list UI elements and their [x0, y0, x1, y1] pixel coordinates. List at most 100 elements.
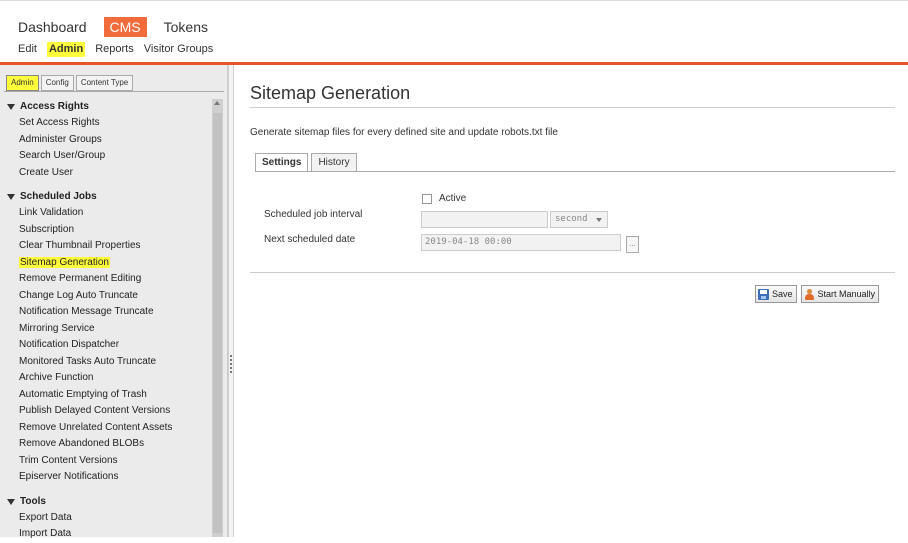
nav-item-label: Archive Function: [19, 372, 94, 383]
nav-item-label: Monitored Tasks Auto Truncate: [19, 355, 157, 367]
nav-item-label: Change Log Auto Truncate: [19, 289, 138, 301]
chevron-down-icon: [596, 218, 602, 222]
interval-label: Scheduled job interval: [264, 209, 363, 220]
interval-unit-select[interactable]: second: [550, 211, 608, 228]
sub-nav-admin[interactable]: Admin: [46, 42, 86, 57]
nav-item-label: Remove Abandoned BLOBs: [19, 438, 145, 449]
active-label: Active: [439, 193, 467, 204]
nav-item[interactable]: Create User: [0, 165, 211, 182]
nav-item-label: Import Data: [19, 528, 72, 539]
nav-item-label: Set Access Rights: [19, 117, 100, 128]
nav-group-header[interactable]: Tools: [0, 494, 211, 510]
nav-group-header[interactable]: Access Rights: [0, 99, 211, 115]
panel-splitter[interactable]: [228, 65, 234, 537]
nav-item[interactable]: Change Log Auto Truncate: [0, 288, 211, 305]
tab-settings[interactable]: Settings: [255, 153, 309, 172]
sub-nav-edit[interactable]: Edit: [18, 42, 37, 57]
tab-config[interactable]: Config: [40, 75, 74, 91]
nav-item[interactable]: Sitemap Generation: [0, 255, 211, 272]
nav-item-label: Mirroring Service: [19, 322, 95, 334]
nav-item[interactable]: Remove Abandoned BLOBs: [0, 436, 211, 453]
save-icon: [758, 288, 769, 300]
save-button[interactable]: Save: [755, 285, 797, 303]
nav-item[interactable]: Monitored Tasks Auto Truncate: [0, 354, 211, 371]
nav-item[interactable]: Publish Delayed Content Versions: [0, 403, 211, 420]
start-manually-button[interactable]: Start Manually: [800, 285, 880, 303]
left-panel: Admin Config Content Type Access Rights S…: [0, 65, 228, 539]
scrollbar-thumb[interactable]: [213, 113, 222, 533]
date-picker-button[interactable]: ...: [626, 236, 639, 253]
nav-item-label: Administer Groups: [19, 133, 102, 145]
nav-item-label: Clear Thumbnail Properties: [19, 240, 141, 251]
tab-admin[interactable]: Admin: [6, 75, 39, 91]
main-nav-tokens[interactable]: Tokens: [160, 17, 212, 37]
nav-item-label: Export Data: [19, 511, 72, 523]
nav-item[interactable]: Remove Unrelated Content Assets: [0, 420, 211, 437]
next-date-input[interactable]: 2019-04-18 00:00: [421, 234, 621, 251]
sub-nav: Edit Admin Reports Visitor Groups: [18, 42, 223, 57]
nav-item-label: Subscription: [19, 223, 75, 235]
job-tabs: Settings History: [255, 153, 360, 172]
nav-item[interactable]: Link Validation: [0, 205, 211, 222]
title-divider: [250, 107, 895, 108]
nav-item[interactable]: Export Data: [0, 510, 211, 527]
nav-item-label: Automatic Emptying of Trash: [19, 388, 147, 400]
page-title: Sitemap Generation: [250, 83, 411, 103]
nav-item[interactable]: Trim Content Versions: [0, 453, 211, 470]
nav-item[interactable]: Notification Dispatcher: [0, 337, 211, 354]
nav-item-label: Notification Dispatcher: [19, 339, 120, 350]
page-description: Generate sitemap files for every defined…: [250, 127, 558, 138]
active-row: Active: [422, 193, 466, 204]
tabs-divider: [255, 171, 895, 172]
main-nav-cms[interactable]: CMS: [103, 17, 147, 37]
nav-item[interactable]: Automatic Emptying of Trash: [0, 387, 211, 404]
main-nav-dashboard[interactable]: Dashboard: [18, 17, 91, 37]
expand-triangle-icon: [7, 194, 15, 200]
main-nav: Dashboard CMS Tokens: [18, 17, 225, 37]
tab-history[interactable]: History: [311, 153, 357, 172]
scroll-up-arrow-icon[interactable]: [214, 101, 220, 105]
tab-content-type[interactable]: Content Type: [75, 75, 134, 91]
admin-nav-tree: Access Rights Set Access Rights Administer…: [0, 99, 211, 543]
action-buttons: Save Start Manually: [751, 285, 880, 303]
form-divider: [250, 272, 895, 273]
nav-item-label: Notification Message Truncate: [19, 306, 154, 317]
nav-item[interactable]: Search User/Group: [0, 148, 211, 165]
left-panel-tabs: Admin Config Content Type: [6, 75, 135, 91]
user-icon: [804, 288, 815, 300]
nav-item[interactable]: Clear Thumbnail Properties: [0, 238, 211, 255]
nav-item[interactable]: Subscription: [0, 222, 211, 239]
top-bar: Dashboard CMS Tokens Edit Admin Reports …: [0, 0, 908, 62]
save-button-label: Save: [772, 289, 793, 299]
interval-input[interactable]: [421, 211, 548, 228]
nav-item[interactable]: Remove Permanent Editing: [0, 271, 211, 288]
nav-item-label: Episerver Notifications: [19, 471, 119, 482]
sub-nav-visitor-groups[interactable]: Visitor Groups: [144, 42, 214, 57]
nav-item[interactable]: Set Access Rights: [0, 115, 211, 132]
expand-triangle-icon: [7, 498, 15, 505]
left-panel-scrollbar[interactable]: [212, 99, 223, 537]
start-manually-label: Start Manually: [817, 289, 876, 299]
nav-group-header[interactable]: Scheduled Jobs: [0, 189, 211, 205]
main-content: Sitemap Generation Generate sitemap file…: [235, 65, 908, 537]
splitter-grip-icon: [230, 355, 232, 373]
next-date-label: Next scheduled date: [264, 234, 356, 245]
interval-unit-value: second: [555, 214, 588, 224]
nav-item-label: Search User/Group: [19, 150, 106, 161]
nav-item[interactable]: Episerver Notifications: [0, 469, 211, 486]
nav-item-label: Remove Permanent Editing: [19, 273, 142, 284]
nav-item[interactable]: Import Data: [0, 526, 211, 543]
nav-group-title: Scheduled Jobs: [20, 191, 97, 202]
sub-nav-reports[interactable]: Reports: [95, 42, 134, 57]
active-checkbox[interactable]: [422, 193, 432, 204]
nav-item[interactable]: Notification Message Truncate: [0, 304, 211, 321]
nav-item[interactable]: Mirroring Service: [0, 321, 211, 338]
nav-item-label: Link Validation: [19, 207, 84, 218]
nav-item[interactable]: Archive Function: [0, 370, 211, 387]
nav-item[interactable]: Administer Groups: [0, 132, 211, 149]
nav-group-title: Tools: [20, 495, 46, 507]
left-tabs-divider: [4, 91, 224, 92]
nav-item-label: Publish Delayed Content Versions: [19, 405, 171, 416]
